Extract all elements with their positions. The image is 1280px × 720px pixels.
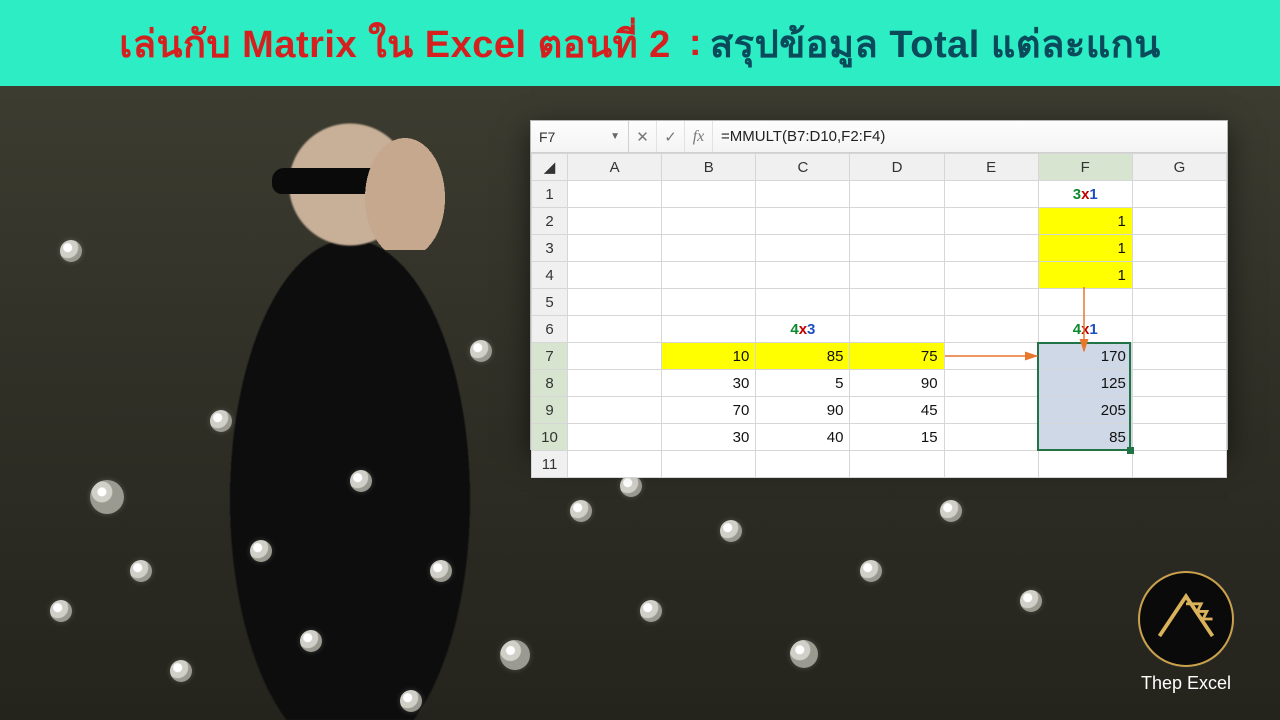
- row-header[interactable]: 10: [532, 424, 568, 451]
- cell-d8[interactable]: 90: [850, 370, 944, 397]
- row-header[interactable]: 4: [532, 262, 568, 289]
- cell-b10[interactable]: 30: [662, 424, 756, 451]
- excel-window: F7 ▼ ✕ ✓ fx =MMULT(B7:D10,F2:F4) ◢ A B C…: [530, 120, 1228, 450]
- fx-icon[interactable]: fx: [685, 121, 713, 152]
- brand-logo: Thep Excel: [1138, 571, 1234, 694]
- cell-c9[interactable]: 90: [756, 397, 850, 424]
- row-header[interactable]: 5: [532, 289, 568, 316]
- cell-f8[interactable]: 125: [1038, 370, 1132, 397]
- cell-f6[interactable]: 4x1: [1038, 316, 1132, 343]
- title-colon: :: [689, 22, 702, 65]
- spreadsheet-grid[interactable]: ◢ A B C D E F G 1 3x1 2 1 3 1 4 1 5 6 4x…: [531, 153, 1227, 478]
- title-part1: เล่นกับ Matrix ใน Excel ตอนที่ 2: [119, 13, 671, 74]
- cell-d7[interactable]: 75: [850, 343, 944, 370]
- row-header[interactable]: 1: [532, 181, 568, 208]
- cell-c10[interactable]: 40: [756, 424, 850, 451]
- raised-hand: [360, 120, 450, 250]
- row-header[interactable]: 9: [532, 397, 568, 424]
- cell-f3[interactable]: 1: [1038, 235, 1132, 262]
- enter-icon[interactable]: ✓: [657, 121, 685, 152]
- row-header[interactable]: 8: [532, 370, 568, 397]
- formula-bar: F7 ▼ ✕ ✓ fx =MMULT(B7:D10,F2:F4): [531, 121, 1227, 153]
- cell-c8[interactable]: 5: [756, 370, 850, 397]
- name-box[interactable]: F7 ▼: [531, 121, 629, 152]
- cell-b7[interactable]: 10: [662, 343, 756, 370]
- cell-b9[interactable]: 70: [662, 397, 756, 424]
- cell-f4[interactable]: 1: [1038, 262, 1132, 289]
- row-header[interactable]: 2: [532, 208, 568, 235]
- select-all-corner[interactable]: ◢: [532, 154, 568, 181]
- name-box-value: F7: [539, 129, 604, 145]
- title-part2: สรุปข้อมูล Total แต่ละแกน: [710, 13, 1161, 74]
- row-header[interactable]: 11: [532, 451, 568, 478]
- col-header[interactable]: B: [662, 154, 756, 181]
- cell-f7[interactable]: 170: [1038, 343, 1132, 370]
- row-header[interactable]: 6: [532, 316, 568, 343]
- cell-d10[interactable]: 15: [850, 424, 944, 451]
- cell-f10[interactable]: 85: [1038, 424, 1132, 451]
- cell-c7[interactable]: 85: [756, 343, 850, 370]
- col-header[interactable]: C: [756, 154, 850, 181]
- logo-icon: [1138, 571, 1234, 667]
- col-header[interactable]: F: [1038, 154, 1132, 181]
- row-header[interactable]: 7: [532, 343, 568, 370]
- cell-f2[interactable]: 1: [1038, 208, 1132, 235]
- chevron-down-icon: ▼: [610, 131, 620, 142]
- formula-input[interactable]: =MMULT(B7:D10,F2:F4): [713, 121, 1227, 152]
- cell-f1[interactable]: 3x1: [1038, 181, 1132, 208]
- logo-label: Thep Excel: [1141, 673, 1231, 694]
- cell-c6[interactable]: 4x3: [756, 316, 850, 343]
- cell-d9[interactable]: 45: [850, 397, 944, 424]
- fill-handle[interactable]: [1127, 447, 1134, 454]
- cell-b8[interactable]: 30: [662, 370, 756, 397]
- col-header[interactable]: E: [944, 154, 1038, 181]
- col-header[interactable]: A: [568, 154, 662, 181]
- title-banner: เล่นกับ Matrix ใน Excel ตอนที่ 2 : สรุปข…: [0, 0, 1280, 86]
- cell-f9[interactable]: 205: [1038, 397, 1132, 424]
- column-header-row: ◢ A B C D E F G: [532, 154, 1227, 181]
- cancel-icon[interactable]: ✕: [629, 121, 657, 152]
- col-header[interactable]: G: [1132, 154, 1226, 181]
- row-header[interactable]: 3: [532, 235, 568, 262]
- col-header[interactable]: D: [850, 154, 944, 181]
